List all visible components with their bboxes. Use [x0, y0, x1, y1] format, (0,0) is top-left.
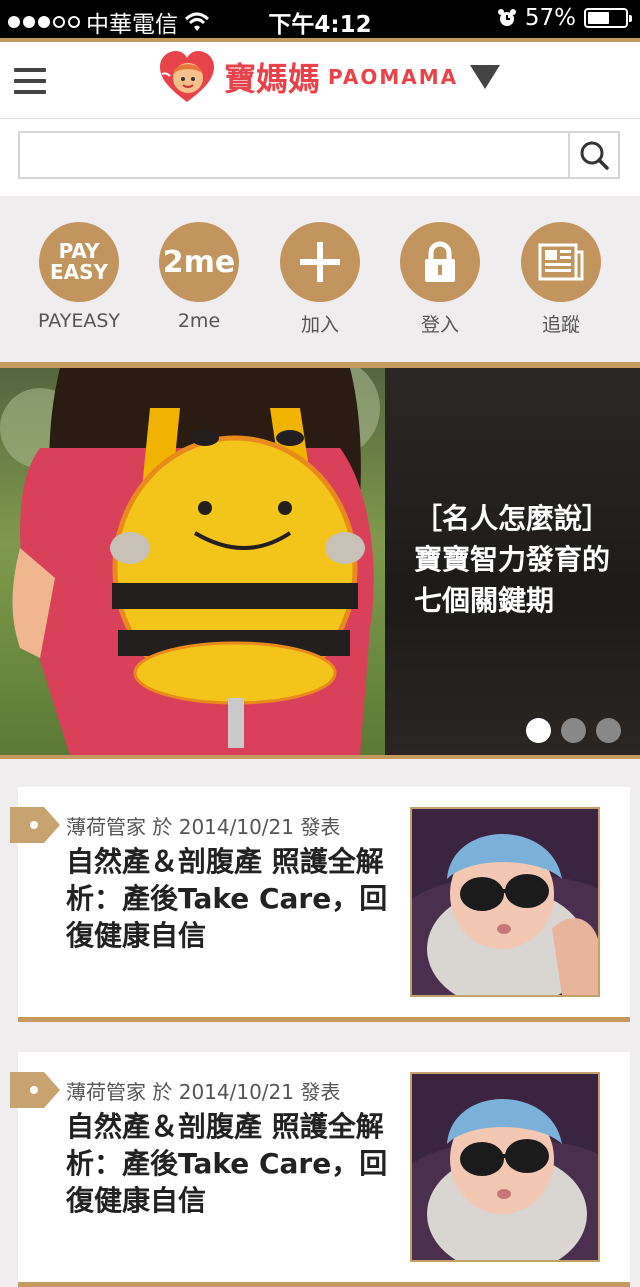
search-input[interactable]: [18, 131, 568, 179]
article-card[interactable]: 薄荷管家 於 2014/10/21 發表 自然產＆剖腹產 照護全解析：產後Tak…: [10, 787, 630, 1022]
search-icon: [580, 141, 609, 170]
newspaper-icon: [521, 222, 601, 302]
quicknav-label: PAYEASY: [37, 310, 121, 332]
status-bar: 中華電信 下午4:12 57%: [0, 0, 640, 38]
pager-dot-1[interactable]: [526, 718, 551, 743]
plus-icon: [280, 222, 360, 302]
article-meta: 薄荷管家 於 2014/10/21 發表: [66, 1080, 341, 1104]
article-meta: 薄荷管家 於 2014/10/21 發表: [66, 815, 341, 839]
pager-dot-3[interactable]: [596, 718, 621, 743]
quick-nav: PAY EASY PAYEASY 2me 2me 加入 登入 追蹤: [0, 196, 640, 364]
quicknav-label: 2me: [177, 310, 221, 332]
pager-dot-2[interactable]: [561, 718, 586, 743]
battery-icon: [584, 8, 632, 28]
article-card[interactable]: 薄荷管家 於 2014/10/21 發表 自然產＆剖腹產 照護全解析：產後Tak…: [10, 1052, 630, 1287]
article-thumbnail[interactable]: [410, 1072, 600, 1262]
caret-down-icon[interactable]: [470, 65, 501, 89]
2me-icon-text: 2me: [162, 244, 236, 280]
banner-title-line3: 七個關鍵期: [414, 584, 555, 617]
article-title[interactable]: 自然產＆剖腹產 照護全解析：產後Take Care，回復健康自信: [66, 843, 396, 954]
quicknav-label: 加入: [300, 314, 339, 336]
app-header: 寶媽媽 PAOMAMA: [0, 42, 640, 118]
article-thumbnail[interactable]: [410, 807, 600, 997]
article-title[interactable]: 自然產＆剖腹產 照護全解析：產後Take Care，回復健康自信: [66, 1108, 396, 1219]
banner-title-line2: 寶寶智力發育的: [414, 543, 611, 576]
baby-photo: [412, 1074, 598, 1260]
2me-icon: 2me: [159, 222, 239, 302]
search-bar: [0, 118, 640, 198]
logo-heart-icon: [160, 51, 214, 102]
site-logo[interactable]: 寶媽媽 PAOMAMA: [158, 50, 501, 104]
baby-photo: [412, 809, 598, 995]
quicknav-label: 追蹤: [541, 314, 580, 336]
payeasy-icon: PAY EASY: [39, 222, 119, 302]
payeasy-icon-line1: PAY: [58, 239, 100, 263]
quicknav-item-payeasy[interactable]: PAY EASY PAYEASY: [19, 222, 139, 332]
lock-icon: [400, 222, 480, 302]
banner-title[interactable]: ［名人怎麼說］ 寶寶智力發育的 七個關鍵期: [414, 498, 610, 621]
payeasy-icon-line2: EASY: [49, 260, 109, 284]
tag-icon: [10, 1072, 60, 1108]
banner-title-line1: ［名人怎麼說］: [414, 502, 611, 535]
status-right: 57%: [497, 5, 632, 31]
quicknav-item-follow[interactable]: 追蹤: [501, 222, 621, 337]
hamburger-menu-icon[interactable]: [14, 68, 46, 94]
alarm-icon: [497, 9, 516, 26]
quicknav-item-login[interactable]: 登入: [380, 222, 500, 337]
tag-icon: [10, 807, 60, 843]
banner-pager: [526, 718, 621, 743]
logo-english-text: PAOMAMA: [328, 65, 459, 89]
quicknav-item-2me[interactable]: 2me 2me: [139, 222, 259, 332]
quicknav-item-join[interactable]: 加入: [260, 222, 380, 337]
battery-percent: 57%: [524, 5, 576, 31]
quicknav-label: 登入: [420, 314, 459, 336]
banner-photo: [0, 368, 385, 756]
search-button[interactable]: [568, 131, 620, 179]
logo-chinese-text: 寶媽媽: [224, 60, 321, 98]
banner-divider: [0, 755, 640, 759]
